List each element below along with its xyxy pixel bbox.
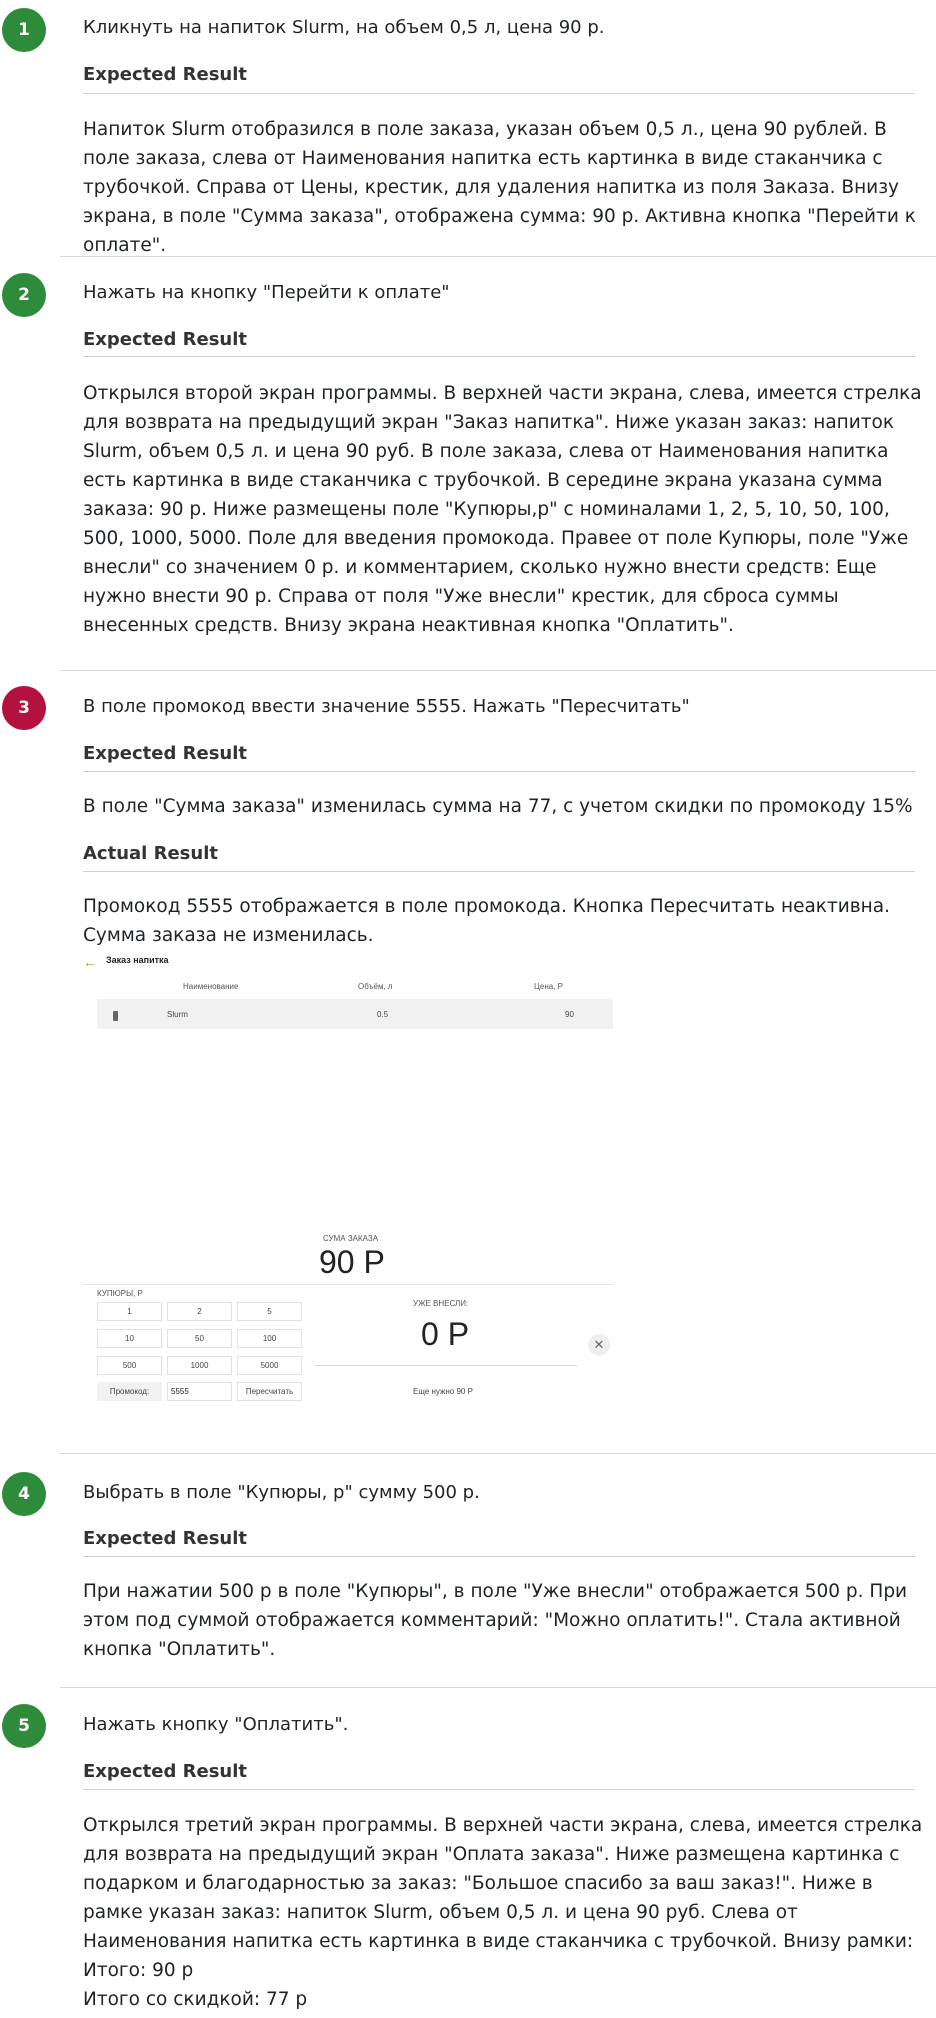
divider [83, 1789, 915, 1790]
step-separator [60, 670, 936, 671]
order-sum-value: 90 Р [319, 1244, 385, 1280]
step-number-badge: 5 [2, 1704, 46, 1748]
expected-result-text: Напиток Slurm отобразился в поле заказа,… [83, 119, 916, 256]
expected-result-paragraph: Открылся третий экран программы. В верхн… [83, 1815, 923, 1952]
item-volume: 0.5 [377, 1010, 389, 1019]
item-name: Slurm [167, 1010, 188, 1019]
column-volume-header: Объём, л [358, 982, 393, 991]
column-name-header: Наименование [183, 982, 239, 991]
total-line: Итого: 90 р [83, 1960, 194, 1981]
item-price: 90 [565, 1010, 574, 1019]
close-icon[interactable]: ✕ [588, 1334, 610, 1356]
step-separator [60, 1453, 936, 1454]
discount-total-line: Итого со скидкой: 77 р [83, 1989, 308, 2010]
order-row: Slurm 0.5 90 [97, 999, 613, 1029]
promo-input[interactable]: 5555 [167, 1382, 232, 1401]
actual-result-label: Actual Result [83, 843, 218, 864]
bill-button-5[interactable]: 5 [237, 1302, 302, 1321]
bills-label: КУПЮРЫ, Р [97, 1289, 143, 1298]
step-number-badge: 3 [2, 686, 46, 730]
bill-button-5000[interactable]: 5000 [237, 1356, 302, 1375]
divider [83, 771, 915, 772]
app-screenshot: ← Заказ напитка Наименование Объём, л Це… [83, 948, 623, 1408]
expected-result-text: В поле "Сумма заказа" изменилась сумма н… [83, 796, 913, 817]
bill-button-500[interactable]: 500 [97, 1356, 162, 1375]
bill-button-50[interactable]: 50 [167, 1329, 232, 1348]
step-action: Нажать на кнопку "Перейти к оплате" [83, 282, 450, 303]
expected-result-label: Expected Result [83, 743, 248, 764]
recalculate-button[interactable]: Пересчитать [237, 1382, 302, 1401]
expected-result-text: Открылся третий экран программы. В верхн… [83, 1811, 923, 2014]
step-number-badge: 1 [2, 8, 46, 52]
divider [83, 1284, 613, 1285]
step-action: В поле промокод ввести значение 5555. На… [83, 696, 690, 717]
actual-result-text: Промокод 5555 отображается в поле промок… [83, 896, 890, 946]
screen-title: Заказ напитка [106, 955, 169, 965]
bill-button-2[interactable]: 2 [167, 1302, 232, 1321]
step-separator [60, 256, 936, 257]
step-action: Нажать кнопку "Оплатить". [83, 1714, 349, 1735]
divider [83, 871, 915, 872]
remaining-amount-text: Еще нужно 90 Р [413, 1387, 473, 1396]
bill-button-100[interactable]: 100 [237, 1329, 302, 1348]
step-number-badge: 4 [2, 1472, 46, 1516]
column-price-header: Цена, Р [534, 982, 564, 991]
arrow-left-icon[interactable]: ← [83, 954, 97, 970]
expected-result-text: При нажатии 500 р в поле "Купюры", в пол… [83, 1581, 908, 1660]
bill-button-10[interactable]: 10 [97, 1329, 162, 1348]
divider [315, 1365, 577, 1366]
step-separator [60, 1687, 936, 1688]
step-action: Кликнуть на напиток Slurm, на объем 0,5 … [83, 17, 605, 38]
bill-button-1000[interactable]: 1000 [167, 1356, 232, 1375]
expected-result-label: Expected Result [83, 1761, 248, 1782]
paid-value: 0 Р [421, 1316, 470, 1352]
bill-button-1[interactable]: 1 [97, 1302, 162, 1321]
order-sum-label: СУМА ЗАКАЗА [323, 1234, 379, 1243]
step-action: Выбрать в поле "Купюры, р" сумму 500 р. [83, 1482, 480, 1503]
promo-label: Промокод: [97, 1382, 162, 1401]
expected-result-label: Expected Result [83, 64, 248, 85]
cup-icon [113, 1011, 118, 1021]
divider [83, 356, 915, 357]
divider [83, 93, 915, 94]
expected-result-label: Expected Result [83, 329, 248, 350]
divider [83, 1556, 915, 1557]
expected-result-label: Expected Result [83, 1528, 248, 1549]
expected-result-text: Открылся второй экран программы. В верхн… [83, 383, 922, 636]
step-number-badge: 2 [2, 273, 46, 317]
paid-label: УЖЕ ВНЕСЛИ: [413, 1299, 469, 1308]
